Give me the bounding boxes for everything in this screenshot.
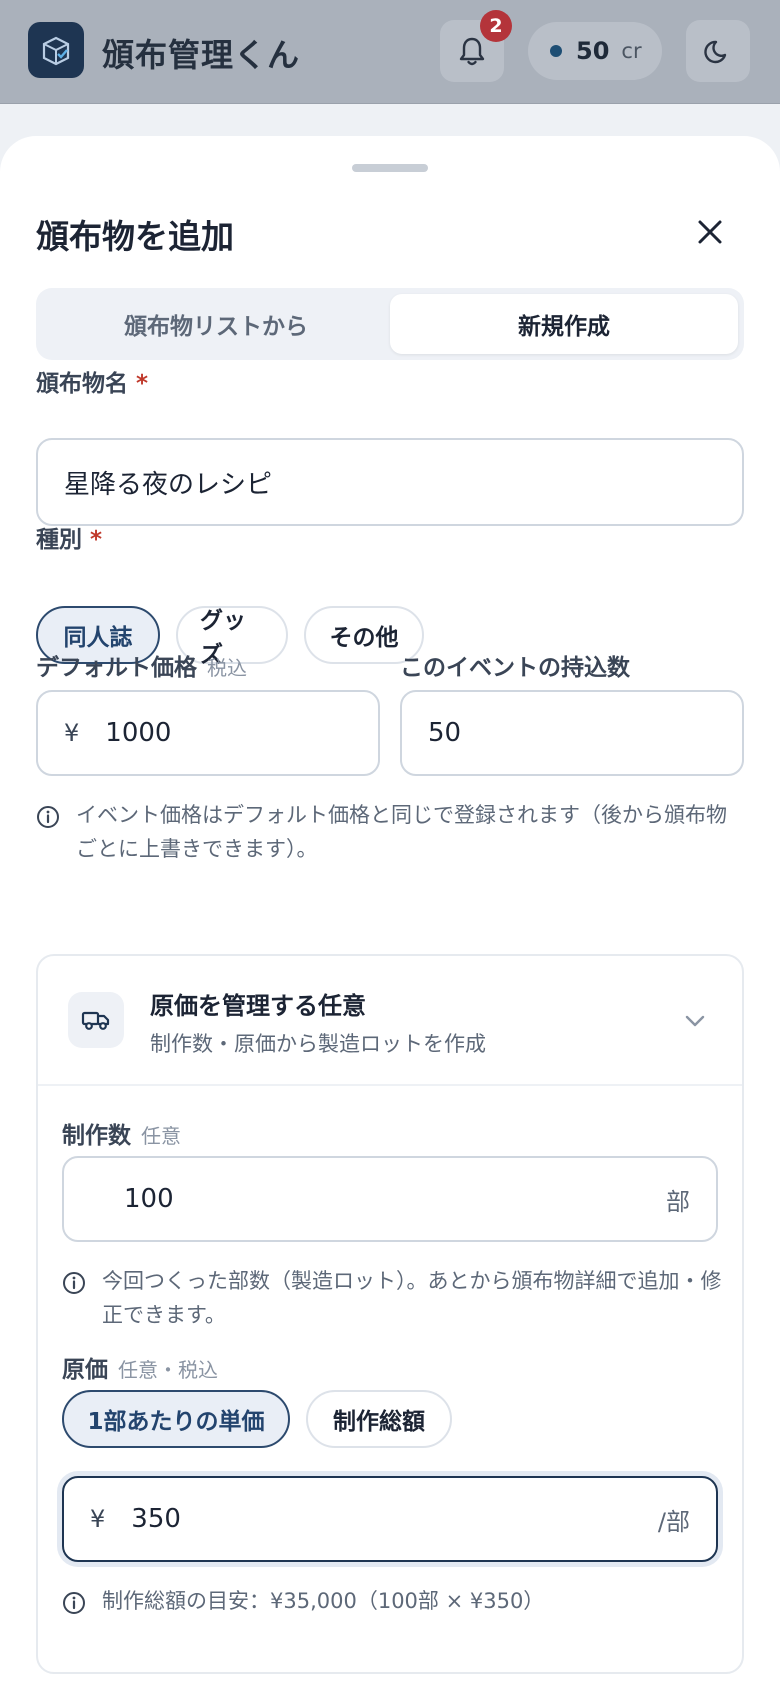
cost-mode-unit-price[interactable]: 1部あたりの単価 xyxy=(62,1390,290,1448)
qty-hint-text: 今回つくった部数（製造ロット）。あとから頒布物詳細で追加・修正できます。 xyxy=(102,1269,722,1327)
price-hint-text: イベント価格はデフォルト価格と同じで登録されます（後から頒布物ごとに上書きできま… xyxy=(76,803,727,861)
stock-input[interactable]: 50 xyxy=(400,690,744,776)
add-item-sheet: 頒布物を追加 頒布物リストから 新規作成 頒布物名 * 星降る夜のレシピ 種別 * … xyxy=(0,136,780,1688)
name-label: 頒布物名 * xyxy=(36,364,148,398)
qty-sub: 任意 xyxy=(141,1124,181,1148)
qty-hint: 今回つくった部数（製造ロット）。あとから頒布物詳細で追加・修正できます。 xyxy=(62,1264,722,1332)
app-bar: 頒布管理くん 2 50 cr xyxy=(0,0,780,104)
tab-from-list[interactable]: 頒布物リストから xyxy=(42,294,390,354)
type-label-text: 種別 xyxy=(36,527,82,553)
tab-new[interactable]: 新規作成 xyxy=(390,294,738,354)
price-input[interactable]: ¥ 1000 xyxy=(36,690,380,776)
type-label: 種別 * xyxy=(36,520,102,554)
qty-value: 100 xyxy=(124,1184,174,1214)
info-icon xyxy=(63,1592,85,1614)
name-label-text: 頒布物名 xyxy=(36,371,128,397)
info-icon xyxy=(37,806,59,828)
truck-icon xyxy=(68,992,124,1048)
currency-symbol: ¥ xyxy=(64,719,80,747)
close-icon xyxy=(698,220,722,244)
item-name-input[interactable]: 星降る夜のレシピ xyxy=(36,438,744,526)
credits-pill[interactable]: 50 cr xyxy=(528,22,662,80)
cost-card-subtitle: 制作数・原価から製造ロットを作成 xyxy=(150,1032,486,1056)
cost-card-header[interactable]: 原価を管理する任意 制作数・原価から製造ロットを作成 xyxy=(38,956,742,1086)
source-tabs: 頒布物リストから 新規作成 xyxy=(36,288,744,360)
sheet-grabber[interactable] xyxy=(352,164,428,172)
moon-icon xyxy=(704,40,727,64)
notification-badge: 2 xyxy=(480,10,512,42)
cost-sub: 任意・税込 xyxy=(118,1358,218,1382)
cost-input[interactable]: ¥ 350 /部 xyxy=(62,1476,718,1562)
sheet-title: 頒布物を追加 xyxy=(36,217,234,256)
cost-mode-total[interactable]: 制作総額 xyxy=(306,1390,452,1448)
chevron-down-icon[interactable] xyxy=(682,1008,708,1034)
cost-value: 350 xyxy=(131,1504,181,1534)
credits-unit: cr xyxy=(621,39,642,63)
credits-value: 50 xyxy=(576,37,610,65)
close-button[interactable] xyxy=(690,212,730,252)
item-name-value: 星降る夜のレシピ xyxy=(64,469,273,500)
stock-value: 50 xyxy=(428,718,462,748)
credits-dot xyxy=(550,45,562,57)
app-logo-icon[interactable] xyxy=(28,22,84,78)
required-mark: * xyxy=(90,527,103,553)
qty-label: 制作数 任意 xyxy=(62,1116,181,1150)
price-value: 1000 xyxy=(105,718,172,748)
cost-management-card: 原価を管理する任意 制作数・原価から製造ロットを作成 制作数 任意 100 部 今… xyxy=(36,954,744,1674)
qty-unit: 部 xyxy=(666,1187,690,1216)
cost-card-title: 原価を管理する任意 xyxy=(150,992,366,1020)
qty-input[interactable]: 100 部 xyxy=(62,1156,718,1242)
stock-label: このイベントの持込数 xyxy=(400,655,630,681)
currency-symbol: ¥ xyxy=(90,1505,106,1533)
app-title: 頒布管理くん xyxy=(102,36,301,74)
price-label: デフォルト価格 税込 xyxy=(36,648,247,682)
required-mark: * xyxy=(136,371,149,397)
bell-icon xyxy=(459,37,485,66)
theme-toggle-button[interactable] xyxy=(686,20,750,82)
price-hint: イベント価格はデフォルト価格と同じで登録されます（後から頒布物ごとに上書きできま… xyxy=(36,798,744,866)
info-icon xyxy=(63,1272,85,1294)
qty-label-text: 制作数 xyxy=(62,1123,131,1149)
total-hint: 制作総額の目安：¥35,000（100部 × ¥350） xyxy=(62,1584,722,1618)
cost-label-text: 原価 xyxy=(62,1357,108,1383)
cost-unit: /部 xyxy=(657,1507,690,1536)
price-sub: 税込 xyxy=(207,656,247,680)
total-hint-text: 制作総額の目安：¥35,000（100部 × ¥350） xyxy=(102,1589,545,1613)
price-label-text: デフォルト価格 xyxy=(36,655,197,681)
cost-label: 原価 任意・税込 xyxy=(62,1350,218,1384)
